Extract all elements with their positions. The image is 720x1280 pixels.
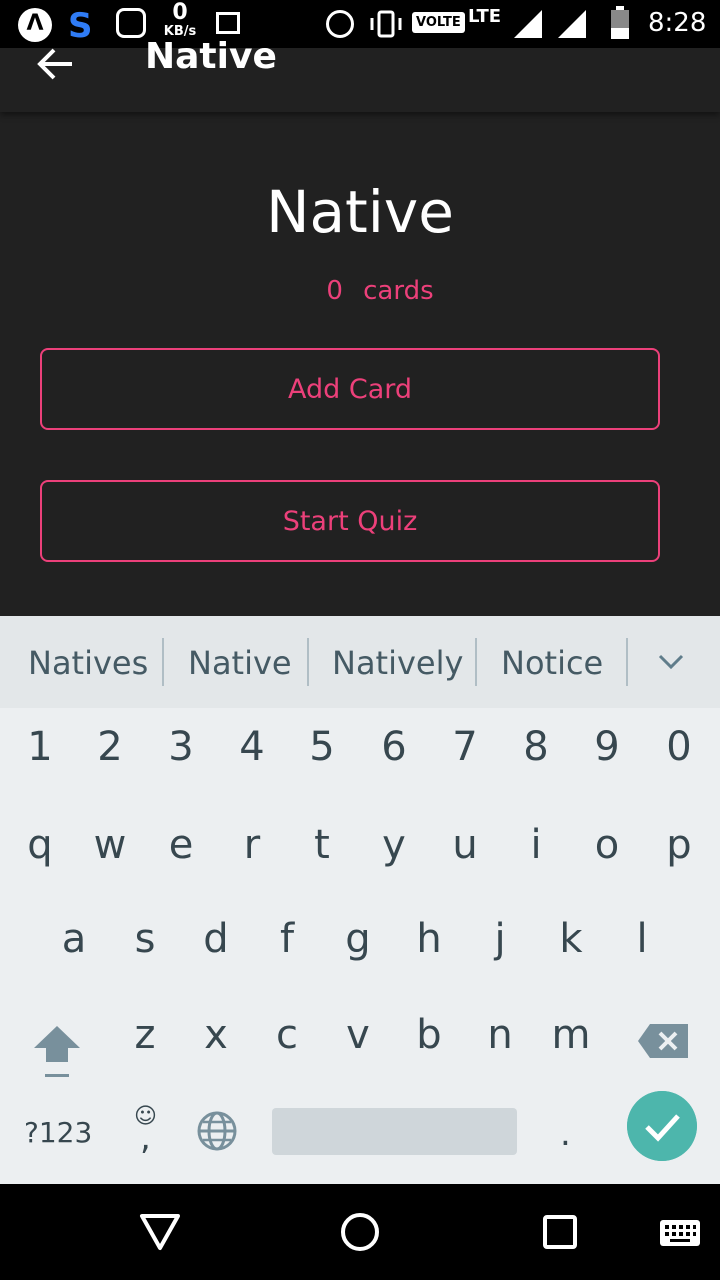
key-k[interactable]: k	[541, 916, 601, 962]
spacebar[interactable]	[272, 1108, 517, 1155]
key-5[interactable]: 5	[292, 724, 352, 770]
key-p[interactable]: p	[649, 822, 709, 868]
key-n[interactable]: n	[470, 1012, 530, 1058]
hotspot-icon	[326, 10, 354, 38]
image-notification-icon	[216, 12, 240, 34]
key-f[interactable]: f	[257, 916, 317, 962]
key-j[interactable]: j	[470, 916, 530, 962]
key-g[interactable]: g	[328, 916, 388, 962]
key-1[interactable]: 1	[10, 724, 70, 770]
backspace-icon[interactable]	[636, 1022, 690, 1060]
status-bar: Λ S 0 KB/s VOLTE LTE 8:28	[0, 0, 720, 48]
key-q[interactable]: q	[10, 822, 70, 868]
card-count-value: 0	[326, 276, 343, 306]
comma-label: ,	[140, 1118, 151, 1158]
toolbar-title: Native	[145, 36, 277, 77]
card-count-unit: cards	[363, 276, 434, 306]
nav-back-icon[interactable]	[138, 1212, 182, 1252]
key-l[interactable]: l	[612, 916, 672, 962]
suggestion-item[interactable]: Natives	[28, 644, 148, 682]
back-arrow-icon[interactable]	[30, 38, 82, 90]
key-d[interactable]: d	[186, 916, 246, 962]
app-toolbar: Native	[0, 36, 720, 112]
shift-key-icon[interactable]	[30, 1022, 84, 1082]
app-notification-icon: Λ	[18, 8, 52, 42]
key-4[interactable]: 4	[222, 724, 282, 770]
start-quiz-button[interactable]: Start Quiz	[40, 480, 660, 562]
key-2[interactable]: 2	[80, 724, 140, 770]
key-o[interactable]: o	[577, 822, 637, 868]
suggestion-divider	[162, 638, 164, 686]
key-y[interactable]: y	[364, 822, 424, 868]
vibrate-icon	[370, 10, 402, 38]
suggestion-divider	[307, 638, 309, 686]
volte-badge: VOLTE	[412, 12, 465, 33]
suggestion-divider	[475, 638, 477, 686]
key-r[interactable]: r	[222, 822, 282, 868]
add-card-button[interactable]: Add Card	[40, 348, 660, 430]
suggestion-item[interactable]: Natively	[332, 644, 463, 682]
key-z[interactable]: z	[115, 1012, 175, 1058]
nav-home-icon[interactable]	[338, 1210, 382, 1254]
clock: 8:28	[648, 8, 707, 38]
suggestion-divider	[626, 638, 628, 686]
lte-indicator: LTE	[468, 6, 502, 27]
key-3[interactable]: 3	[151, 724, 211, 770]
key-a[interactable]: a	[44, 916, 104, 962]
key-t[interactable]: t	[292, 822, 352, 868]
card-count: 0 cards	[0, 276, 720, 306]
key-h[interactable]: h	[399, 916, 459, 962]
key-8[interactable]: 8	[506, 724, 566, 770]
key-b[interactable]: b	[399, 1012, 459, 1058]
period-key[interactable]: .	[560, 1114, 571, 1154]
key-v[interactable]: v	[328, 1012, 388, 1058]
soft-keyboard: Natives Native Natively Notice 1 2 3 4 5…	[0, 616, 720, 1184]
signal-roaming-icon	[514, 10, 542, 38]
key-x[interactable]: x	[186, 1012, 246, 1058]
suggestion-item[interactable]: Notice	[501, 644, 603, 682]
key-7[interactable]: 7	[435, 724, 495, 770]
key-9[interactable]: 9	[577, 724, 637, 770]
key-0[interactable]: 0	[649, 724, 709, 770]
signal-icon	[558, 10, 586, 38]
key-w[interactable]: w	[80, 822, 140, 868]
keyboard-switch-icon[interactable]	[658, 1218, 702, 1248]
key-e[interactable]: e	[151, 822, 211, 868]
network-speed-indicator: 0 KB/s	[160, 2, 200, 40]
suggestion-strip: Natives Native Natively Notice	[0, 616, 720, 708]
battery-icon	[611, 6, 629, 39]
suggestion-item[interactable]: Native	[188, 644, 292, 682]
key-6[interactable]: 6	[364, 724, 424, 770]
key-s[interactable]: s	[115, 916, 175, 962]
key-c[interactable]: c	[257, 1012, 317, 1058]
key-u[interactable]: u	[435, 822, 495, 868]
nav-recents-icon[interactable]	[542, 1214, 578, 1250]
enter-check-icon[interactable]	[627, 1091, 697, 1161]
globe-icon[interactable]	[196, 1110, 238, 1152]
key-i[interactable]: i	[506, 822, 566, 868]
symbols-key[interactable]: ?123	[24, 1116, 92, 1149]
deck-title: Native	[266, 178, 454, 246]
key-m[interactable]: m	[541, 1012, 601, 1058]
calculator-notification-icon	[116, 8, 146, 38]
network-speed-value: 0	[172, 0, 188, 25]
system-nav-bar	[0, 1184, 720, 1280]
comma-emoji-key[interactable]: ☺ ,	[132, 1104, 162, 1158]
chevron-down-icon[interactable]	[654, 650, 688, 674]
